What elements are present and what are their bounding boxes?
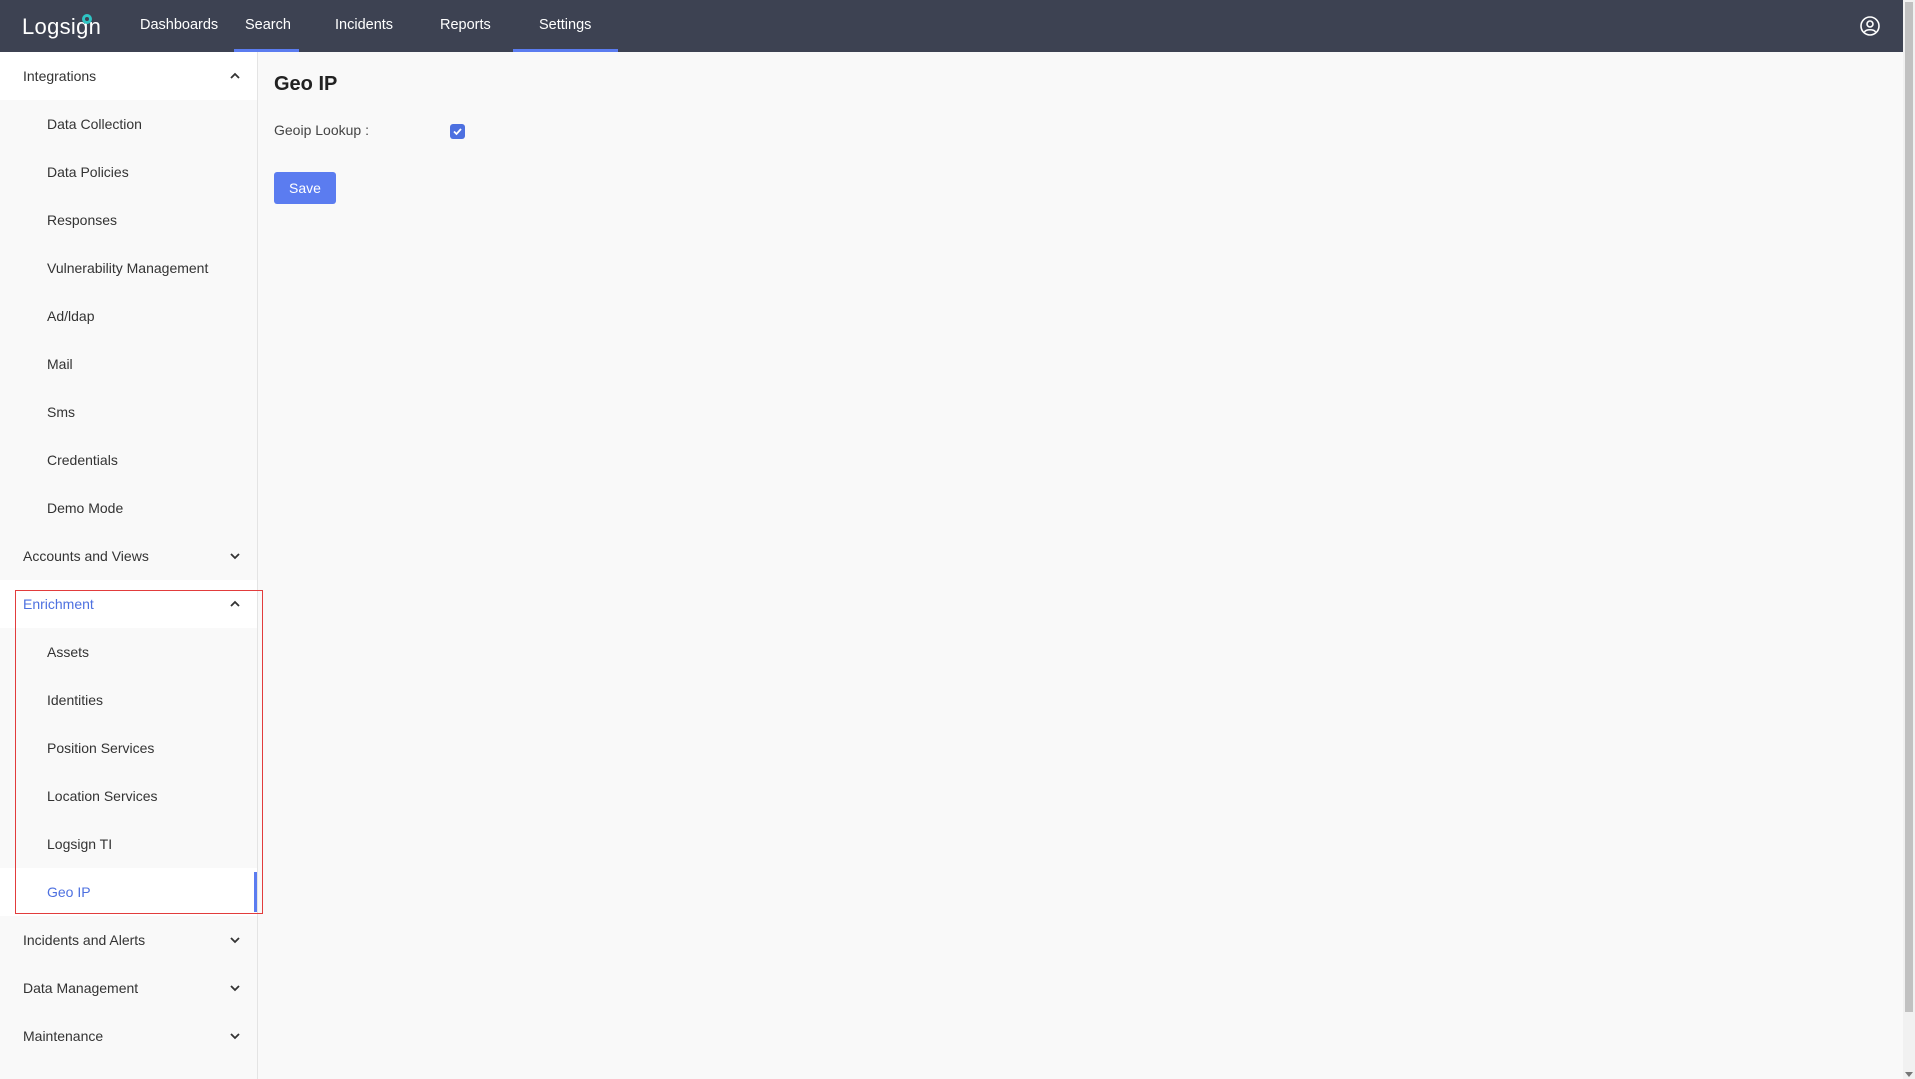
scrollbar-thumb[interactable] bbox=[1905, 2, 1913, 1012]
nav-settings[interactable]: Settings bbox=[513, 0, 618, 52]
top-navbar: Logsign Dashboards Search Incidents Repo… bbox=[0, 0, 1903, 52]
sidebar-item-ad-ldap[interactable]: Ad/ldap bbox=[0, 292, 257, 340]
logo-mark-icon bbox=[82, 14, 92, 24]
sidebar-item-responses[interactable]: Responses bbox=[0, 196, 257, 244]
nav-reports[interactable]: Reports bbox=[398, 0, 503, 52]
sidebar-section-accounts-and-views[interactable]: Accounts and Views bbox=[0, 532, 257, 580]
nav-search[interactable]: Search bbox=[234, 0, 299, 52]
sidebar-section-maintenance[interactable]: Maintenance bbox=[0, 1012, 257, 1060]
chevron-up-icon bbox=[230, 600, 240, 607]
scroll-down-arrow-icon[interactable] bbox=[1905, 1072, 1913, 1077]
nav-dashboards[interactable]: Dashboards bbox=[122, 0, 234, 52]
sidebar-item-credentials[interactable]: Credentials bbox=[0, 436, 257, 484]
selected-indicator bbox=[254, 872, 257, 912]
check-icon bbox=[453, 128, 462, 136]
sidebar-item-assets[interactable]: Assets bbox=[0, 628, 257, 676]
sidebar-item-position-services[interactable]: Position Services bbox=[0, 724, 257, 772]
sidebar-section-data-management[interactable]: Data Management bbox=[0, 964, 257, 1012]
sidebar-section-integrations[interactable]: Integrations bbox=[0, 52, 257, 100]
sidebar-section-incidents-and-alerts[interactable]: Incidents and Alerts bbox=[0, 916, 257, 964]
logo[interactable]: Logsign bbox=[22, 14, 101, 42]
chevron-down-icon bbox=[230, 553, 240, 560]
page-title: Geo IP bbox=[274, 73, 338, 95]
sidebar-item-vulnerability-management[interactable]: Vulnerability Management bbox=[0, 244, 257, 292]
sidebar-item-logsign-ti[interactable]: Logsign TI bbox=[0, 820, 257, 868]
sidebar-section-label: Accounts and Views bbox=[23, 548, 149, 564]
save-button[interactable]: Save bbox=[274, 172, 336, 204]
chevron-up-icon bbox=[230, 72, 240, 79]
sidebar-item-geo-ip[interactable]: Geo IP bbox=[0, 868, 257, 916]
sidebar-section-label: Data Management bbox=[23, 980, 139, 996]
sidebar-item-demo-mode[interactable]: Demo Mode bbox=[0, 484, 257, 532]
main-nav: Dashboards Search Incidents Reports Sett… bbox=[122, 0, 618, 52]
sidebar-item-data-collection[interactable]: Data Collection bbox=[0, 100, 257, 148]
sidebar-section-enrichment[interactable]: Enrichment bbox=[0, 580, 257, 628]
settings-sidebar: Integrations Data Collection Data Polici… bbox=[0, 52, 258, 1079]
sidebar-section-label: Maintenance bbox=[23, 1028, 104, 1044]
chevron-down-icon bbox=[230, 1033, 240, 1040]
sidebar-section-label: Incidents and Alerts bbox=[23, 932, 146, 948]
geoip-lookup-checkbox[interactable] bbox=[450, 124, 465, 139]
sidebar-item-location-services[interactable]: Location Services bbox=[0, 772, 257, 820]
sidebar-item-sms[interactable]: Sms bbox=[0, 388, 257, 436]
nav-incidents[interactable]: Incidents bbox=[299, 0, 398, 52]
chevron-down-icon bbox=[230, 937, 240, 944]
sidebar-item-data-policies[interactable]: Data Policies bbox=[0, 148, 257, 196]
user-circle-icon[interactable] bbox=[1859, 15, 1881, 37]
geoip-lookup-label: Geoip Lookup : bbox=[274, 122, 369, 138]
sidebar-section-label: Integrations bbox=[23, 68, 97, 84]
sidebar-section-label: Enrichment bbox=[23, 596, 94, 612]
chevron-down-icon bbox=[230, 985, 240, 992]
sidebar-item-mail[interactable]: Mail bbox=[0, 340, 257, 388]
page-scrollbar[interactable] bbox=[1903, 0, 1915, 1079]
sidebar-item-label: Geo IP bbox=[47, 884, 91, 900]
sidebar-item-identities[interactable]: Identities bbox=[0, 676, 257, 724]
